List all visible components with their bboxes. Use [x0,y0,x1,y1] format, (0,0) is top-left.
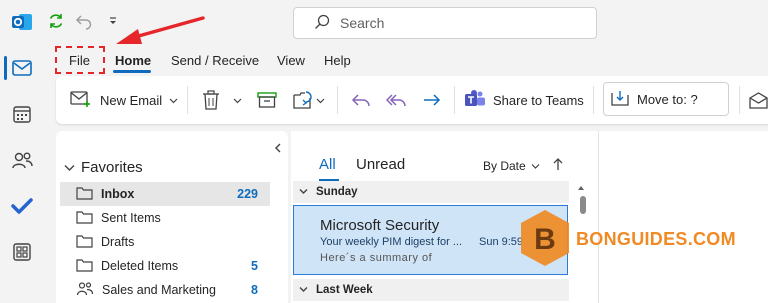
move-icon[interactable] [292,76,325,124]
unread-count: 229 [237,187,258,201]
folder-inbox[interactable]: Inbox 229 [60,182,270,206]
file-highlight-box [55,46,105,74]
tab-unread[interactable]: Unread [356,156,405,173]
reply-icon[interactable] [351,76,371,124]
group-label: Sunday [316,186,358,198]
folder-name: Deleted Items [101,259,179,273]
ribbon-divider [337,86,338,114]
message-sender: Microsoft Security [320,217,440,234]
watermark-text: BONGUIDES.COM [576,229,736,249]
folder-sent-items[interactable]: Sent Items [60,206,270,230]
archive-icon[interactable] [257,76,277,124]
message-preview: Here´s a summary of [320,252,433,264]
folder-drafts[interactable]: Drafts [60,230,270,254]
chevron-down-icon [531,159,540,173]
mail-icon[interactable] [10,56,34,80]
tab-home[interactable]: Home [115,53,151,68]
chevron-down-icon [64,159,75,176]
folder-name: Sales and Marketing [102,283,216,297]
new-email-button[interactable]: New Email [70,76,162,124]
share-to-teams-label: Share to Teams [493,92,584,108]
folder-icon [76,210,93,227]
undo-icon[interactable] [73,10,95,32]
share-to-teams-button[interactable]: Share to Teams [464,76,584,124]
customize-toolbar-icon[interactable] [102,10,124,32]
folder-name: Inbox [101,187,135,201]
folder-icon [76,186,93,203]
people-icon[interactable] [10,148,34,172]
group-label: Last Week [316,284,373,296]
ribbon-divider [454,86,455,114]
delete-dropdown-icon[interactable] [233,76,242,124]
outlook-logo-icon [10,10,34,34]
move-to-label: Move to: ? [637,91,698,107]
folder-icon [76,258,93,275]
sort-direction-icon[interactable] [553,157,563,174]
folder-pane: Favorites Inbox 229 Sent Items Drafts De… [56,131,288,303]
folder-name: Sent Items [101,211,161,225]
move-to-quickstep[interactable]: Move to: ? [603,82,729,116]
favorites-label: Favorites [81,159,143,176]
new-email-dropdown-icon[interactable] [169,76,178,124]
calendar-icon[interactable] [10,102,34,126]
app-rail [0,0,44,303]
folder-icon [76,234,93,251]
forward-icon[interactable] [422,76,442,124]
active-tab-underline [113,70,151,73]
read-unread-icon[interactable] [749,76,768,124]
message-time: Sun 9:59 [479,236,524,248]
tab-help[interactable]: Help [324,53,351,68]
unread-count: 5 [251,259,258,273]
message-subject: Your weekly PIM digest for ... [320,236,463,248]
move-to-folder-icon [610,89,630,110]
folder-name: Drafts [101,235,135,249]
todo-check-icon[interactable] [10,194,34,218]
new-email-icon [70,90,92,111]
group-icon [76,281,94,299]
reply-all-icon[interactable] [385,76,407,124]
watermark-logo: B [518,208,572,271]
sort-by-button[interactable]: By Date [483,159,540,173]
sync-icon[interactable] [45,10,67,32]
teams-icon [464,89,486,112]
ribbon-divider [593,86,594,114]
collapse-pane-icon[interactable] [274,141,282,156]
chevron-down-icon [299,186,308,198]
folder-sales-and-marketing[interactable]: Sales and Marketing 8 [60,278,270,302]
sort-label: By Date [483,159,526,173]
rail-active-indicator [4,56,7,80]
tab-view[interactable]: View [277,53,305,68]
search-icon [314,14,330,33]
search-placeholder: Search [340,15,385,31]
group-header-sunday[interactable]: Sunday [293,181,569,203]
apps-icon[interactable] [10,240,34,264]
unread-count: 8 [251,283,258,297]
ribbon: New Email Share to Teams Move to: ? [56,76,768,124]
watermark: B BONGUIDES.COM [518,208,736,271]
search-box[interactable]: Search [293,7,597,39]
tab-send-receive[interactable]: Send / Receive [171,53,259,68]
svg-text:B: B [534,223,556,256]
folder-deleted-items[interactable]: Deleted Items 5 [60,254,270,278]
ribbon-divider [739,86,740,114]
tab-all[interactable]: All [319,156,336,173]
delete-icon[interactable] [202,76,220,124]
favorites-header[interactable]: Favorites [64,159,143,176]
chevron-down-icon [299,284,308,296]
move-dropdown-icon[interactable] [316,93,325,108]
new-email-label: New Email [100,92,163,108]
group-header-last-week[interactable]: Last Week [293,279,569,301]
ribbon-divider [187,86,188,114]
